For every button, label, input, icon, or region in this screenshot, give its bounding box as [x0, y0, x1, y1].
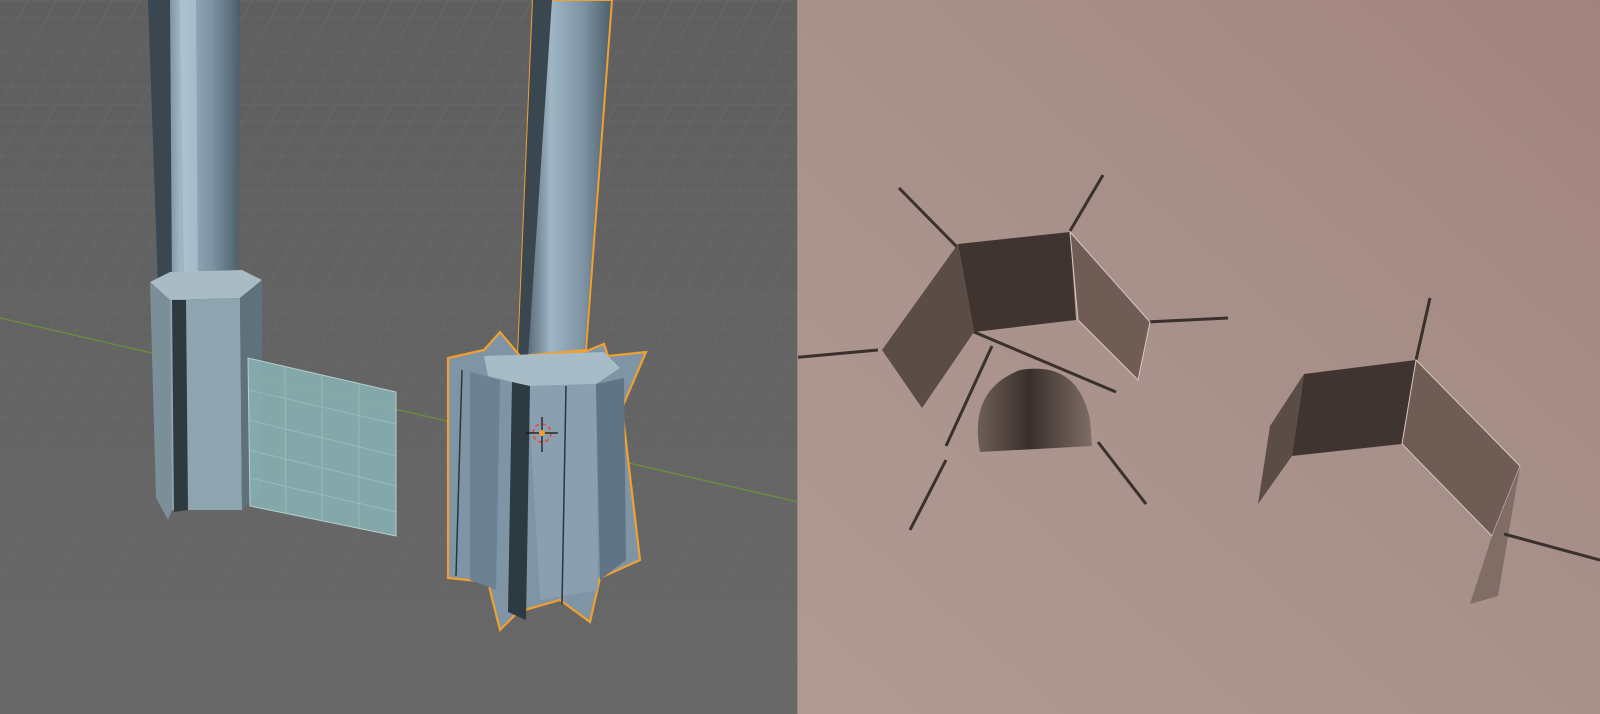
panel-back — [958, 232, 1076, 332]
star-fin-left — [470, 372, 500, 590]
left-viewport[interactable] — [0, 0, 798, 714]
solid-viewport-canvas[interactable] — [0, 0, 798, 714]
panel-back-right — [1292, 360, 1416, 456]
floor-grid — [0, 0, 798, 714]
base-shadow-strip — [172, 300, 188, 512]
render-viewport-canvas[interactable] — [798, 0, 1600, 714]
star-fin-right — [596, 378, 626, 580]
right-viewport[interactable] — [798, 0, 1600, 714]
